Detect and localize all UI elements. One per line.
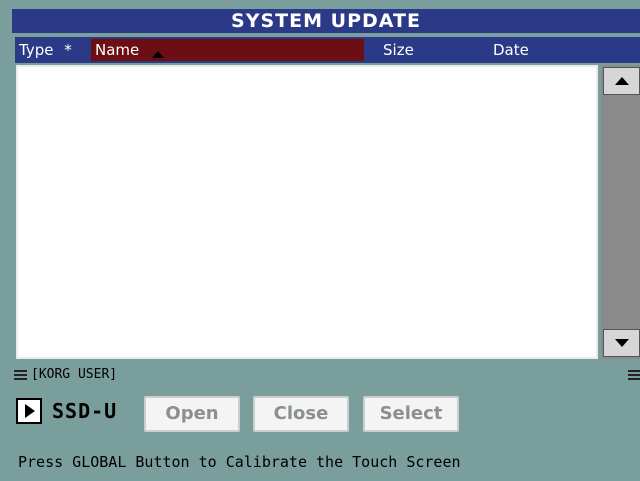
page-menu-icon[interactable] xyxy=(628,368,640,382)
arrow-up-icon xyxy=(614,77,629,85)
select-button[interactable]: Select xyxy=(363,396,459,432)
open-button[interactable]: Open xyxy=(144,396,240,432)
sort-ascending-icon xyxy=(152,51,165,58)
current-path: [KORG USER] xyxy=(14,367,117,383)
column-header-type[interactable]: Type * xyxy=(19,41,72,59)
scroll-down-button[interactable] xyxy=(603,329,640,357)
device-selector: SSD-U xyxy=(16,398,117,424)
status-message: Press GLOBAL Button to Calibrate the Tou… xyxy=(18,453,461,471)
arrow-down-icon xyxy=(614,339,629,347)
device-label: SSD-U xyxy=(52,399,118,423)
file-list[interactable] xyxy=(16,65,598,359)
close-button[interactable]: Close xyxy=(253,396,349,432)
file-list-header: Type * Name Size Date xyxy=(15,37,640,63)
menu-lines-icon xyxy=(14,368,27,382)
scroll-up-button[interactable] xyxy=(603,67,640,95)
column-header-date[interactable]: Date xyxy=(493,41,529,59)
column-type-marker: * xyxy=(64,41,72,59)
device-select-button[interactable] xyxy=(16,398,42,424)
path-label: [KORG USER] xyxy=(31,367,118,382)
column-type-label: Type xyxy=(19,41,54,59)
column-header-name[interactable]: Name xyxy=(91,39,364,61)
window-title: SYSTEM UPDATE xyxy=(12,9,640,33)
play-icon xyxy=(25,404,35,418)
file-list-scrollbar[interactable] xyxy=(601,65,640,359)
column-name-label: Name xyxy=(95,41,140,59)
column-header-size[interactable]: Size xyxy=(383,41,414,59)
